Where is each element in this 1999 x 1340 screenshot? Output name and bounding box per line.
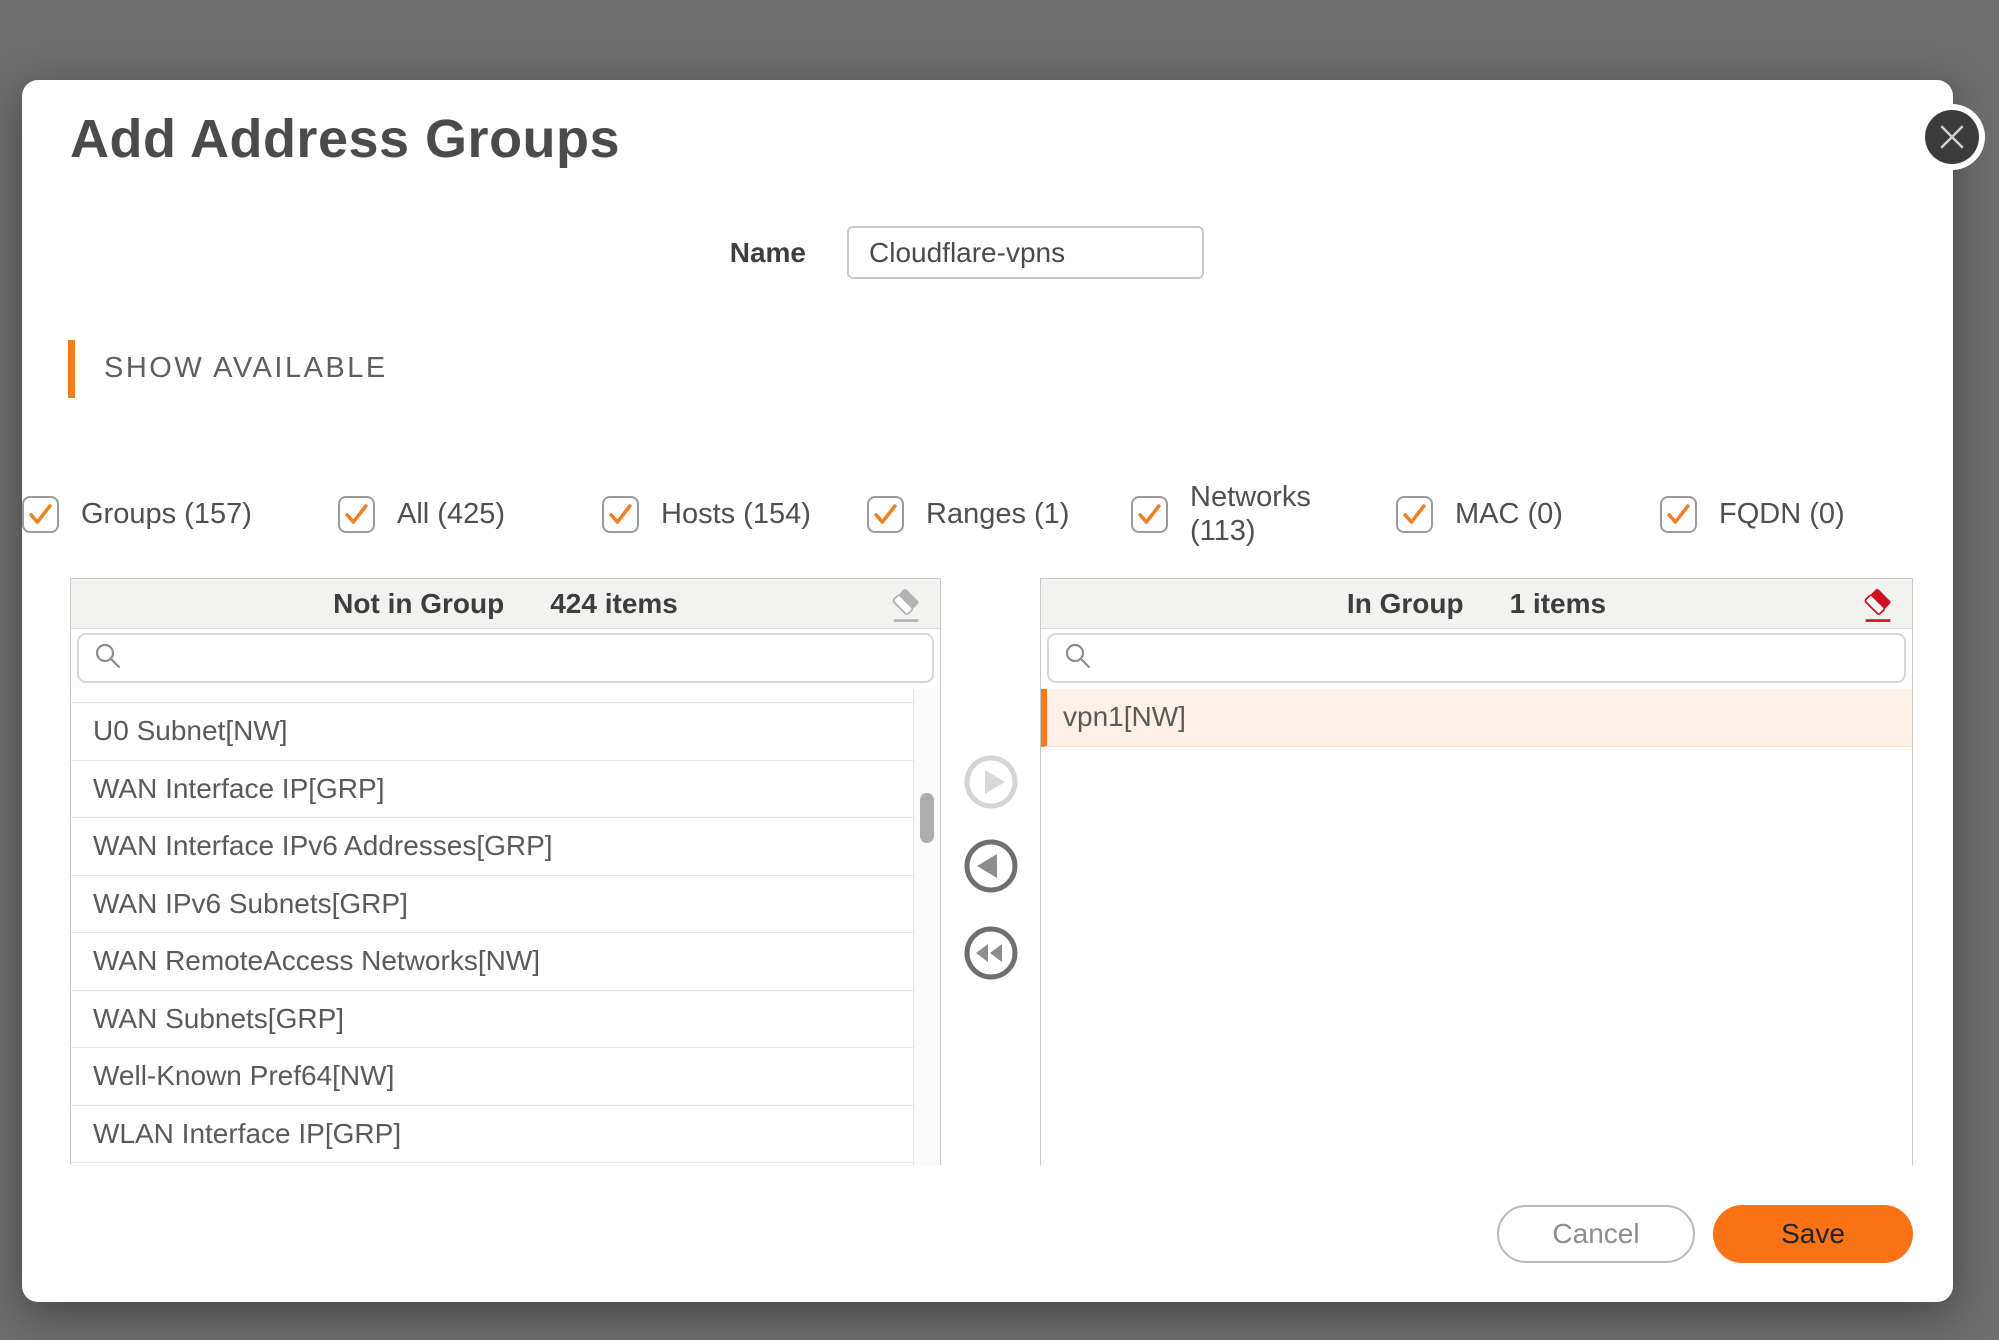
panel-title: Not in Group [333, 588, 504, 620]
panel-title: In Group [1347, 588, 1464, 620]
dialog-title: Add Address Groups [70, 108, 620, 170]
list-item[interactable]: WLAN Interface IP[GRP] [71, 1106, 913, 1164]
filter-label: FQDN (0) [1719, 497, 1845, 531]
list-scrollbar[interactable] [913, 689, 940, 1165]
add-address-groups-dialog: Add Address Groups Name SHOW AVAILABLE A… [22, 80, 1953, 1302]
not-in-group-search[interactable] [77, 633, 934, 683]
filter-checkbox-ranges[interactable]: Ranges (1) [867, 478, 1069, 550]
filter-label: Networks (113) [1190, 480, 1311, 548]
search-icon [93, 641, 123, 676]
filter-label: Ranges (1) [926, 497, 1069, 531]
filter-checkbox-fqdn[interactable]: FQDN (0) [1660, 478, 1845, 550]
not-in-group-header: Not in Group 424 items [71, 579, 940, 629]
close-icon [1925, 110, 1979, 164]
list-item[interactable]: U0 Subnet[NW] [71, 703, 913, 761]
move-right-button[interactable] [963, 754, 1019, 810]
scrollbar-thumb[interactable] [920, 793, 934, 843]
list-item[interactable]: Well-Known Pref64[NW] [71, 1048, 913, 1106]
screen-overlay: Add Address Groups Name SHOW AVAILABLE A… [0, 0, 1999, 1340]
filter-checkbox-mac[interactable]: MAC (0) [1396, 478, 1563, 550]
move-all-left-button[interactable] [963, 925, 1019, 981]
section-title: SHOW AVAILABLE [104, 352, 388, 385]
checkbox-checked-icon [338, 496, 375, 533]
save-button[interactable]: Save [1713, 1205, 1913, 1263]
in-group-search[interactable] [1047, 633, 1906, 683]
close-button[interactable] [1919, 104, 1985, 170]
list-item[interactable]: WAN RemoteAccess Networks[NW] [71, 933, 913, 991]
name-label: Name [600, 226, 806, 279]
arrow-right-icon [963, 754, 1019, 810]
name-input[interactable] [847, 226, 1204, 279]
cancel-button[interactable]: Cancel [1497, 1205, 1695, 1263]
filter-checkbox-all[interactable]: All (425) [338, 478, 505, 550]
partial-row [71, 689, 913, 703]
not-in-group-list: U0 Subnet[NW] WAN Interface IP[GRP] WAN … [71, 689, 940, 1165]
move-left-button[interactable] [963, 838, 1019, 894]
filter-label: MAC (0) [1455, 497, 1563, 531]
panel-count: 424 items [550, 588, 678, 620]
checkbox-checked-icon [602, 496, 639, 533]
in-group-panel: In Group 1 items [1040, 578, 1913, 1165]
checkbox-checked-icon [1131, 496, 1168, 533]
eraser-red-icon[interactable] [1860, 587, 1896, 625]
list-item[interactable]: WAN Interface IP[GRP] [71, 761, 913, 819]
eraser-icon[interactable] [888, 587, 924, 625]
not-in-group-panel: Not in Group 424 items [70, 578, 941, 1165]
in-group-list: vpn1[NW] [1041, 689, 1912, 1165]
in-group-header: In Group 1 items [1041, 579, 1912, 629]
search-icon [1063, 641, 1093, 676]
checkbox-checked-icon [867, 496, 904, 533]
filter-checkbox-networks[interactable]: Networks (113) [1131, 478, 1311, 550]
filter-label: All (425) [397, 497, 505, 531]
filter-label: Groups (157) [81, 497, 252, 531]
double-arrow-left-icon [963, 925, 1019, 981]
not-in-group-search-input[interactable] [135, 635, 918, 681]
filter-checkbox-groups[interactable]: Groups (157) [22, 478, 252, 550]
filter-checkbox-hosts[interactable]: Hosts (154) [602, 478, 811, 550]
filter-label: Hosts (154) [661, 497, 811, 531]
checkbox-checked-icon [1660, 496, 1697, 533]
list-item[interactable]: WAN Subnets[GRP] [71, 991, 913, 1049]
panel-count: 1 items [1510, 588, 1607, 620]
arrow-left-icon [963, 838, 1019, 894]
list-item-selected[interactable]: vpn1[NW] [1041, 689, 1912, 747]
checkbox-checked-icon [1396, 496, 1433, 533]
list-item[interactable]: WAN Interface IPv6 Addresses[GRP] [71, 818, 913, 876]
in-group-search-input[interactable] [1105, 635, 1890, 681]
checkbox-checked-icon [22, 496, 59, 533]
section-accent-bar [68, 340, 75, 398]
list-item[interactable]: WAN IPv6 Subnets[GRP] [71, 876, 913, 934]
